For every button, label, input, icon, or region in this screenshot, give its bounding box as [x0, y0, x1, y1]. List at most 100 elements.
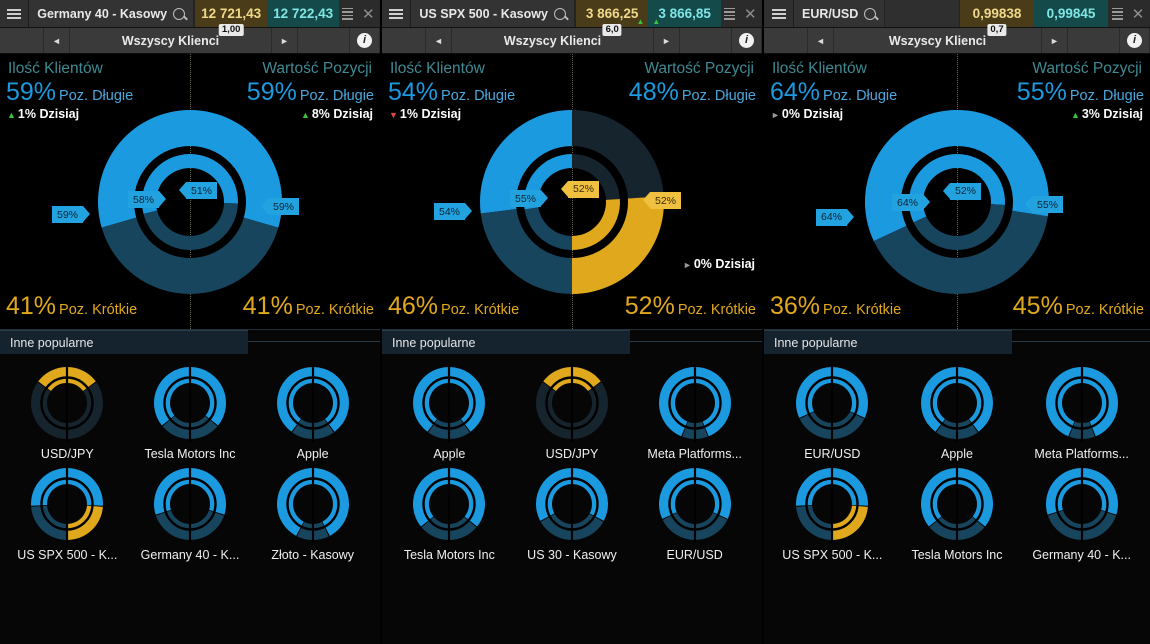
short-label: Poz. Krótkie	[1065, 302, 1144, 318]
prev-arrow-icon[interactable]: ◄	[808, 28, 834, 53]
long-percent-block: 55% Poz. Długie	[1017, 78, 1144, 107]
bid-price[interactable]: 0,99838 0,7	[960, 0, 1034, 36]
popular-item[interactable]: Meta Platforms...	[633, 364, 756, 461]
ask-price[interactable]: 12 722,43	[267, 0, 340, 27]
popular-item[interactable]: US 30 - Kasowy	[511, 465, 634, 562]
mini-short-right	[67, 382, 104, 439]
menu-icon[interactable]	[382, 0, 412, 27]
mini-donut	[920, 465, 993, 543]
mini-center-divider	[831, 465, 834, 543]
long-percent-block: 59% Poz. Długie	[247, 78, 374, 107]
popular-item[interactable]: Złoto - Kasowy	[251, 465, 374, 562]
chart-lines-icon[interactable]	[339, 0, 357, 27]
close-icon[interactable]: ✕	[738, 0, 762, 27]
search-icon[interactable]	[553, 7, 566, 20]
popular-item-label: Meta Platforms...	[647, 447, 742, 461]
popular-item[interactable]: US SPX 500 - K...	[770, 465, 895, 562]
mini-short-right	[190, 510, 225, 540]
popular-item[interactable]: Tesla Motors Inc	[129, 364, 252, 461]
popular-item[interactable]: Meta Platforms...	[1019, 364, 1144, 461]
ask-price[interactable]: 3 866,85 ▲	[648, 0, 721, 27]
next-arrow-icon[interactable]: ►	[654, 28, 680, 53]
menu-icon[interactable]	[764, 0, 794, 27]
info-button[interactable]: i	[1120, 28, 1150, 53]
short-label: Poz. Krótkie	[677, 302, 756, 318]
bid-price[interactable]: 12 721,43 1,00	[195, 0, 268, 36]
line-bar	[1111, 11, 1123, 13]
client-filter-label[interactable]: Wszyscy Klienci	[834, 28, 1042, 53]
mini-donut	[276, 364, 349, 442]
navrow-spacer-right	[680, 28, 732, 53]
sentiment-section: Ilość Klientów 54% Poz. Długie ▼ 1% Dzisiaj 4…	[382, 54, 762, 329]
menu-icon[interactable]	[0, 0, 30, 27]
spread-value: 6,0	[602, 24, 622, 36]
info-button[interactable]: i	[732, 28, 762, 53]
popular-item[interactable]: Germany 40 - K...	[1019, 465, 1144, 562]
mini-long-left	[535, 468, 572, 521]
change-text: 8% Dzisiaj	[311, 107, 373, 121]
line-bar	[724, 14, 736, 16]
bid-price[interactable]: 3 866,25 ▲ 6,0	[575, 0, 649, 36]
line-bar	[342, 7, 354, 9]
mini-center-divider	[570, 465, 574, 543]
mini-center-divider	[311, 465, 314, 543]
chart-lines-icon[interactable]	[720, 0, 739, 27]
popular-item[interactable]: Apple	[895, 364, 1020, 461]
client-filter-bar: ◄ Wszyscy Klienci ► i	[382, 28, 762, 54]
change-direction-icon: ▼	[389, 110, 398, 120]
mini-long-right	[190, 468, 226, 515]
popular-item-label: Apple	[296, 447, 329, 461]
percent-callout: 52%	[560, 180, 600, 198]
client-filter-bar: ◄ Wszyscy Klienci ► i	[0, 28, 380, 54]
close-icon[interactable]: ✕	[356, 0, 380, 27]
change-text: 0% Dzisiaj	[781, 107, 844, 121]
popular-item[interactable]: Tesla Motors Inc	[388, 465, 511, 562]
change-today: ▲ 8% Dzisiaj	[301, 107, 373, 121]
prev-arrow-icon[interactable]: ◄	[44, 28, 70, 53]
short-percent-value: 45%	[1012, 292, 1063, 320]
long-label: Poz. Długie	[299, 88, 374, 104]
client-filter-label[interactable]: Wszyscy Klienci	[452, 28, 654, 53]
mini-donut	[276, 465, 349, 543]
mini-short-left	[662, 512, 695, 540]
next-arrow-icon[interactable]: ►	[1042, 28, 1068, 53]
popular-item[interactable]: Tesla Motors Inc	[895, 465, 1020, 562]
mini-center-divider	[188, 364, 192, 442]
info-icon: i	[739, 33, 754, 48]
change-direction-icon: ►	[771, 110, 780, 120]
popular-item[interactable]: Apple	[251, 364, 374, 461]
chart-lines-icon[interactable]	[1108, 0, 1126, 27]
search-icon[interactable]	[864, 7, 877, 20]
symbol-selector[interactable]: US SPX 500 - Kasowy	[411, 0, 575, 27]
change-text: 1% Dzisiaj	[399, 107, 462, 121]
info-button[interactable]: i	[350, 28, 380, 53]
percent-callout: 59%	[52, 206, 91, 224]
sentiment-header-clients: Ilość Klientów	[772, 60, 867, 77]
close-icon[interactable]: ✕	[1126, 0, 1150, 27]
symbol-selector[interactable]: EUR/USD	[794, 0, 886, 27]
popular-item-label: Germany 40 - K...	[1032, 548, 1131, 562]
ask-price[interactable]: 0,99845	[1034, 0, 1108, 27]
search-icon[interactable]	[173, 7, 186, 20]
popular-item[interactable]: USD/JPY	[511, 364, 634, 461]
next-arrow-icon[interactable]: ►	[272, 28, 298, 53]
mini-donut	[413, 465, 486, 543]
mini-long-right	[449, 468, 486, 527]
popular-item[interactable]: Germany 40 - K...	[129, 465, 252, 562]
navrow-spacer-left	[0, 28, 44, 53]
long-label: Poz. Długie	[59, 88, 134, 104]
symbol-selector[interactable]: Germany 40 - Kasowy	[29, 0, 195, 27]
long-percent-value: 48%	[628, 78, 679, 106]
ask-direction-icon: ▲	[652, 17, 661, 26]
percent-callout: 52%	[942, 182, 982, 200]
popular-item[interactable]: US SPX 500 - K...	[6, 465, 129, 562]
popular-item[interactable]: Apple	[388, 364, 511, 461]
mini-donut	[796, 465, 869, 543]
popular-item[interactable]: EUR/USD	[770, 364, 895, 461]
instrument-panel: Germany 40 - Kasowy 12 721,43 1,00 12 722,4…	[0, 0, 382, 644]
change-direction-icon: ▲	[1070, 110, 1080, 120]
prev-arrow-icon[interactable]: ◄	[426, 28, 452, 53]
popular-item[interactable]: USD/JPY	[6, 364, 129, 461]
popular-item[interactable]: EUR/USD	[633, 465, 756, 562]
mini-long-right	[1081, 468, 1118, 515]
